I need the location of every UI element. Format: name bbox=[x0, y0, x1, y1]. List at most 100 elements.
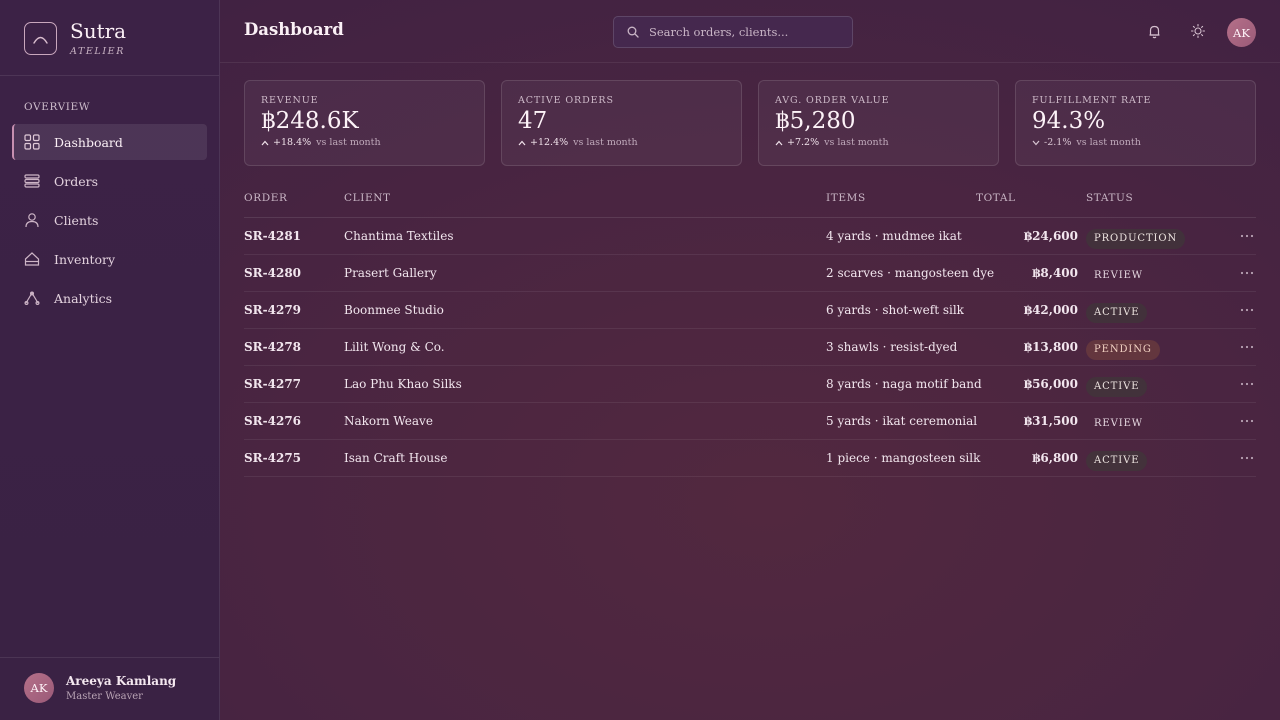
user-role: Master Weaver bbox=[66, 691, 143, 702]
sidebar-item-dashboard[interactable]: Dashboard bbox=[12, 124, 207, 160]
order-id: SR-4277 bbox=[244, 377, 302, 391]
arrow-up-icon bbox=[518, 140, 526, 145]
order-id: SR-4278 bbox=[244, 340, 302, 354]
brand-name: Sutra bbox=[70, 18, 127, 43]
bell-icon[interactable] bbox=[1145, 22, 1163, 40]
stat-delta: -2.1% vs last month bbox=[1032, 137, 1239, 148]
column-header-total[interactable]: TOTAL bbox=[976, 192, 1016, 204]
table-body: SR-4281 Chantima Textiles 4 yards · mudmee… bbox=[244, 218, 1256, 477]
table-row[interactable]: SR-4276 Nakorn Weave 5 yards · ikat ceremo… bbox=[244, 403, 1256, 440]
stats-row: REVENUE ฿248.6K +18.4% vs last month ACT… bbox=[244, 80, 1256, 166]
order-total: ฿42,000 bbox=[1023, 303, 1078, 317]
order-items: 6 yards · shot-weft silk bbox=[826, 303, 964, 317]
sidebar-item-analytics[interactable]: Analytics bbox=[12, 280, 207, 316]
status-badge: PRODUCTION bbox=[1086, 229, 1186, 249]
status-badge: REVIEW bbox=[1094, 418, 1143, 429]
stat-delta-note: vs last month bbox=[1076, 137, 1141, 148]
box-icon bbox=[24, 251, 40, 267]
avatar: AK bbox=[24, 673, 54, 703]
order-id: SR-4276 bbox=[244, 414, 302, 428]
order-items: 2 scarves · mangosteen dye bbox=[826, 266, 995, 280]
arrow-up-icon bbox=[775, 140, 783, 145]
more-icon[interactable] bbox=[1240, 414, 1254, 428]
brand-subtitle: ATELIER bbox=[70, 45, 125, 57]
stat-delta: +7.2% vs last month bbox=[775, 137, 982, 148]
table-row[interactable]: SR-4277 Lao Phu Khao Silks 8 yards · naga … bbox=[244, 366, 1256, 403]
column-header-order[interactable]: ORDER bbox=[244, 192, 288, 204]
sidebar-item-clients[interactable]: Clients bbox=[12, 202, 207, 238]
status-badge: ACTIVE bbox=[1086, 451, 1148, 471]
client-name: Chantima Textiles bbox=[344, 229, 454, 243]
table-row[interactable]: SR-4279 Boonmee Studio 6 yards · shot-weft… bbox=[244, 292, 1256, 329]
order-total: ฿13,800 bbox=[1023, 340, 1078, 354]
stat-card-fulfillment-rate: FULFILLMENT RATE 94.3% -2.1% vs last mon… bbox=[1015, 80, 1256, 166]
table-header: ORDER CLIENT ITEMS TOTAL STATUS bbox=[244, 185, 1256, 218]
more-icon[interactable] bbox=[1240, 303, 1254, 317]
stat-value: 47 bbox=[518, 108, 548, 134]
brand[interactable]: Sutra ATELIER bbox=[24, 18, 126, 58]
order-total: ฿24,600 bbox=[1023, 229, 1078, 243]
column-header-status[interactable]: STATUS bbox=[1086, 192, 1133, 204]
column-header-client[interactable]: CLIENT bbox=[344, 192, 391, 204]
sidebar-divider bbox=[0, 657, 219, 658]
table-row[interactable]: SR-4281 Chantima Textiles 4 yards · mudmee… bbox=[244, 218, 1256, 255]
orders-table: ORDER CLIENT ITEMS TOTAL STATUS SR-4281 C… bbox=[244, 185, 1256, 477]
search-box[interactable] bbox=[613, 16, 853, 48]
arrow-down-icon bbox=[1032, 140, 1040, 145]
user-profile[interactable]: AK Areeya Kamlang Master Weaver bbox=[24, 673, 176, 703]
table-row[interactable]: SR-4280 Prasert Gallery 2 scarves · mangos… bbox=[244, 255, 1256, 292]
stat-delta-note: vs last month bbox=[316, 137, 381, 148]
stat-delta-value: +18.4% bbox=[273, 137, 312, 148]
client-name: Isan Craft House bbox=[344, 451, 448, 465]
client-name: Lao Phu Khao Silks bbox=[344, 377, 462, 391]
user-icon bbox=[24, 212, 40, 228]
sidebar: Sutra ATELIER OVERVIEW Dashboard Orders bbox=[0, 0, 220, 720]
graph-icon bbox=[24, 290, 40, 306]
sidebar-divider bbox=[0, 75, 219, 76]
nav-section-label: OVERVIEW bbox=[24, 101, 91, 113]
stat-value: ฿248.6K bbox=[261, 108, 359, 134]
sidebar-item-label: Clients bbox=[54, 212, 99, 228]
table-row[interactable]: SR-4278 Lilit Wong & Co. 3 shawls · resist… bbox=[244, 329, 1256, 366]
more-icon[interactable] bbox=[1240, 266, 1254, 280]
more-icon[interactable] bbox=[1240, 229, 1254, 243]
more-icon[interactable] bbox=[1240, 451, 1254, 465]
more-icon[interactable] bbox=[1240, 340, 1254, 354]
sidebar-item-orders[interactable]: Orders bbox=[12, 163, 207, 199]
order-total: ฿56,000 bbox=[1023, 377, 1078, 391]
stat-label: FULFILLMENT RATE bbox=[1032, 95, 1152, 106]
order-items: 3 shawls · resist-dyed bbox=[826, 340, 958, 354]
arrow-up-icon bbox=[261, 140, 269, 145]
status-badge: PENDING bbox=[1086, 340, 1160, 360]
header-avatar[interactable]: AK bbox=[1227, 18, 1256, 47]
stat-delta: +12.4% vs last month bbox=[518, 137, 725, 148]
client-name: Boonmee Studio bbox=[344, 303, 444, 317]
stat-delta-value: +7.2% bbox=[787, 137, 820, 148]
search-input[interactable] bbox=[649, 25, 839, 39]
stat-value: 94.3% bbox=[1032, 108, 1106, 134]
table-row[interactable]: SR-4275 Isan Craft House 1 piece · mangost… bbox=[244, 440, 1256, 477]
stat-card-avg-order-value: AVG. ORDER VALUE ฿5,280 +7.2% vs last mo… bbox=[758, 80, 999, 166]
order-items: 1 piece · mangosteen silk bbox=[826, 451, 981, 465]
sidebar-nav: Dashboard Orders Clients Inventory Analy… bbox=[12, 124, 207, 319]
client-name: Prasert Gallery bbox=[344, 266, 437, 280]
order-total: ฿31,500 bbox=[1023, 414, 1078, 428]
status-badge: REVIEW bbox=[1094, 270, 1143, 281]
stack-icon bbox=[24, 173, 40, 189]
order-total: ฿6,800 bbox=[1032, 451, 1078, 465]
sidebar-item-inventory[interactable]: Inventory bbox=[12, 241, 207, 277]
stat-card-active-orders: ACTIVE ORDERS 47 +12.4% vs last month bbox=[501, 80, 742, 166]
stat-delta-value: -2.1% bbox=[1044, 137, 1072, 148]
stat-delta-note: vs last month bbox=[573, 137, 638, 148]
client-name: Lilit Wong & Co. bbox=[344, 340, 445, 354]
order-id: SR-4281 bbox=[244, 229, 302, 243]
sun-icon[interactable] bbox=[1189, 22, 1207, 40]
more-icon[interactable] bbox=[1240, 377, 1254, 391]
stat-label: AVG. ORDER VALUE bbox=[775, 95, 890, 106]
sidebar-item-label: Inventory bbox=[54, 251, 116, 267]
grid-icon bbox=[24, 134, 40, 150]
stat-label: REVENUE bbox=[261, 95, 319, 106]
order-id: SR-4275 bbox=[244, 451, 302, 465]
column-header-items[interactable]: ITEMS bbox=[826, 192, 866, 204]
order-items: 4 yards · mudmee ikat bbox=[826, 229, 962, 243]
